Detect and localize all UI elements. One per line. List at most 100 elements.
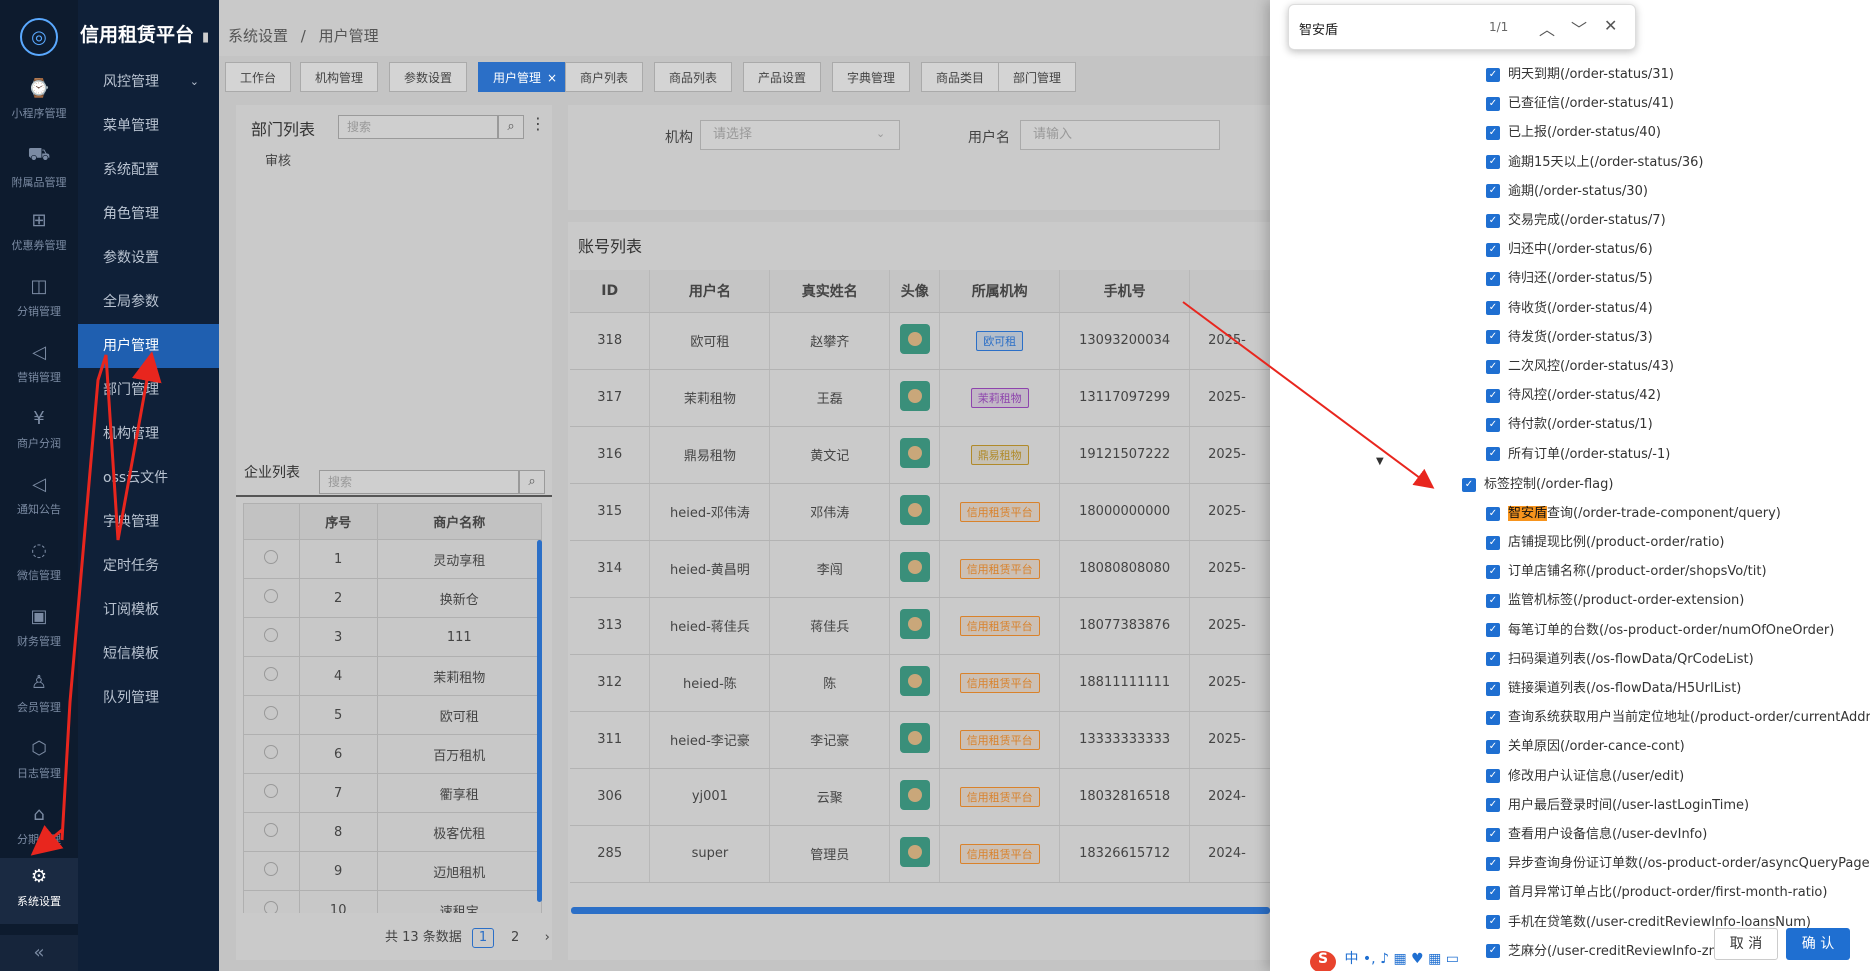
table-row[interactable]: 3 111 bbox=[243, 617, 542, 657]
row-radio[interactable] bbox=[243, 851, 300, 891]
checkbox-checked-icon[interactable]: ✓ bbox=[1486, 506, 1500, 521]
ime-tools-icon[interactable]: •, ♪ ▦ ♥ ▦ ▭ bbox=[1363, 951, 1459, 967]
tree-node[interactable]: ✓ 每笔订单的台数(/os-product-order/numOfOneOrder… bbox=[1486, 620, 1834, 642]
checkbox-checked-icon[interactable]: ✓ bbox=[1486, 623, 1500, 638]
tree-node[interactable]: ✓ 查询系统获取用户当前定位地址(/product-order/currentAd… bbox=[1486, 707, 1870, 729]
close-icon[interactable]: × bbox=[547, 71, 557, 85]
checkbox-checked-icon[interactable]: ✓ bbox=[1486, 769, 1500, 784]
tree-node[interactable]: ✓ 已查征信(/order-status/41) bbox=[1486, 93, 1674, 115]
tree-node-parent[interactable]: ✓ 标签控制(/order-flag) bbox=[1462, 474, 1613, 496]
tree-node[interactable]: ✓ 首月异常订单占比(/product-order/first-month-rat… bbox=[1486, 882, 1827, 904]
tree-node[interactable]: ✓ 交易完成(/order-status/7) bbox=[1486, 210, 1666, 232]
radio-icon[interactable] bbox=[264, 706, 279, 720]
sidebar-item[interactable]: 定时任务 bbox=[78, 544, 219, 588]
chevron-up-icon[interactable]: ︿ bbox=[1539, 16, 1555, 40]
tab[interactable]: 商户列表 bbox=[565, 62, 644, 92]
radio-icon[interactable] bbox=[264, 589, 279, 603]
radio-icon[interactable] bbox=[264, 667, 279, 681]
checkbox-checked-icon[interactable]: ✓ bbox=[1486, 564, 1500, 579]
tree-node[interactable]: ✓ 链接渠道列表(/os-flowData/H5UrlList) bbox=[1486, 678, 1741, 700]
nav-installment[interactable]: ⌂ 分期管理 bbox=[0, 796, 78, 862]
horizontal-scrollbar[interactable] bbox=[571, 907, 1270, 914]
find-input[interactable]: 智安盾 bbox=[1299, 19, 1338, 38]
checkbox-checked-icon[interactable]: ✓ bbox=[1486, 652, 1500, 667]
checkbox-checked-icon[interactable]: ✓ bbox=[1486, 271, 1500, 286]
radio-icon[interactable] bbox=[264, 901, 279, 913]
nav-mini-program[interactable]: ⌚ 小程序管理 bbox=[0, 70, 78, 136]
table-row[interactable]: 8 极客优租 bbox=[243, 812, 542, 852]
row-radio[interactable] bbox=[243, 539, 300, 579]
ime-toolbar[interactable]: S 中 •, ♪ ▦ ♥ ▦ ▭ bbox=[1310, 948, 1459, 971]
tree-node[interactable]: ✓ 店铺提现比例(/product-order/ratio) bbox=[1486, 532, 1724, 554]
tab[interactable]: 参数设置 bbox=[389, 62, 468, 92]
pin-icon[interactable]: ▮ bbox=[202, 30, 209, 45]
sidebar-item[interactable]: 全局参数 bbox=[78, 280, 219, 324]
nav-chart[interactable]: ◫ 分销管理 bbox=[0, 268, 78, 334]
table-row[interactable]: 5 欧可租 bbox=[243, 695, 542, 735]
table-row[interactable]: 10 速租宝 bbox=[243, 890, 542, 913]
nav-cart[interactable]: ⛟ 附属品管理 bbox=[0, 136, 78, 202]
row-radio[interactable] bbox=[243, 734, 300, 774]
tree-node[interactable]: ✓ 扫码渠道列表(/os-flowData/QrCodeList) bbox=[1486, 649, 1754, 671]
sidebar-item[interactable]: 队列管理 bbox=[78, 676, 219, 720]
row-radio[interactable] bbox=[243, 656, 300, 696]
row-radio[interactable] bbox=[243, 890, 300, 913]
org-select[interactable]: 请选择 bbox=[700, 120, 900, 150]
checkbox-checked-icon[interactable]: ✓ bbox=[1462, 477, 1476, 492]
tree-node[interactable]: ✓ 用户最后登录时间(/user-lastLoginTime) bbox=[1486, 795, 1749, 817]
tree-node[interactable]: ✓ 订单店铺名称(/product-order/shopsVo/tit) bbox=[1486, 561, 1767, 583]
sidebar-item[interactable]: 部门管理 bbox=[78, 368, 219, 412]
tree-node[interactable]: ✓ 二次风控(/order-status/43) bbox=[1486, 356, 1674, 378]
checkbox-checked-icon[interactable]: ✓ bbox=[1486, 827, 1500, 842]
search-icon[interactable]: ⌕ bbox=[519, 470, 545, 494]
breadcrumb-parent[interactable]: 系统设置 bbox=[228, 27, 288, 45]
row-radio[interactable] bbox=[243, 773, 300, 813]
tree-node[interactable]: ✓ 芝麻分(/user-creditReviewInfo-zmf) bbox=[1486, 941, 1731, 963]
tree-node[interactable]: ✓ 待付款(/order-status/1) bbox=[1486, 414, 1653, 436]
table-row[interactable]: 2 换新仓 bbox=[243, 578, 542, 618]
table-row[interactable]: 317 茉莉租物 王磊 茉莉租物 13117097299 2025- bbox=[570, 369, 1270, 427]
checkbox-checked-icon[interactable]: ✓ bbox=[1486, 944, 1500, 959]
table-row[interactable]: 285 super 管理员 信用租赁平台 18326615712 2024- bbox=[570, 825, 1270, 883]
table-row[interactable]: 6 百万租机 bbox=[243, 734, 542, 774]
checkbox-checked-icon[interactable]: ✓ bbox=[1486, 681, 1500, 696]
tree-node[interactable]: ✓ 查看用户设备信息(/user-devInfo) bbox=[1486, 824, 1707, 846]
radio-icon[interactable] bbox=[264, 823, 279, 837]
checkbox-checked-icon[interactable]: ✓ bbox=[1486, 388, 1500, 403]
checkbox-checked-icon[interactable]: ✓ bbox=[1486, 710, 1500, 725]
radio-icon[interactable] bbox=[264, 784, 279, 798]
sidebar-item[interactable]: 角色管理 bbox=[78, 192, 219, 236]
row-radio[interactable] bbox=[243, 695, 300, 735]
chevron-down-icon[interactable]: ﹀ bbox=[1571, 16, 1587, 40]
checkbox-checked-icon[interactable]: ✓ bbox=[1486, 125, 1500, 140]
tree-node[interactable]: ✓ 明天到期(/order-status/31) bbox=[1486, 64, 1674, 86]
tab[interactable]: 产品设置 bbox=[743, 62, 822, 92]
tab[interactable]: 商品类目 bbox=[921, 62, 1000, 92]
tree-node[interactable]: ✓ 关单原因(/order-cance-cont) bbox=[1486, 736, 1685, 758]
tree-node[interactable]: ✓ 修改用户认证信息(/user/edit) bbox=[1486, 766, 1684, 788]
radio-icon[interactable] bbox=[264, 862, 279, 876]
checkbox-checked-icon[interactable]: ✓ bbox=[1486, 184, 1500, 199]
page-button-1[interactable]: 1 bbox=[471, 928, 494, 948]
collapse-icon[interactable]: « bbox=[0, 935, 78, 971]
nav-finance[interactable]: ▣ 财务管理 bbox=[0, 598, 78, 664]
username-input[interactable]: 请输入 bbox=[1020, 120, 1220, 150]
row-radio[interactable] bbox=[243, 617, 300, 657]
table-row[interactable]: 1 灵动享租 bbox=[243, 539, 542, 579]
nav-bell[interactable]: ◁ 通知公告 bbox=[0, 466, 78, 532]
tab[interactable]: 商品列表 bbox=[654, 62, 733, 92]
nav-megaphone[interactable]: ◁ 营销管理 bbox=[0, 334, 78, 400]
table-row[interactable]: 315 heied-邓伟涛 邓伟涛 信用租赁平台 18000000000 2025- bbox=[570, 483, 1270, 541]
checkbox-checked-icon[interactable]: ✓ bbox=[1486, 885, 1500, 900]
page-button-2[interactable]: 2 bbox=[504, 929, 526, 949]
tree-node[interactable]: ✓ 待风控(/order-status/42) bbox=[1486, 385, 1661, 407]
tree-node[interactable]: ✓ 逾期15天以上(/order-status/36) bbox=[1486, 152, 1703, 174]
sidebar-item[interactable]: 风控管理 ⌄ bbox=[78, 60, 219, 104]
ime-mode[interactable]: 中 bbox=[1344, 951, 1358, 967]
checkbox-checked-icon[interactable]: ✓ bbox=[1486, 535, 1500, 550]
tree-node[interactable]: ✓ 待发货(/order-status/3) bbox=[1486, 327, 1653, 349]
collapse-caret-icon[interactable]: ▼ bbox=[1376, 456, 1384, 467]
dept-tree-node[interactable]: 审核 bbox=[265, 150, 291, 169]
table-row[interactable]: 312 heied-陈陈 信用租赁平台 18811111111 2025- bbox=[570, 654, 1270, 712]
nav-gear[interactable]: ⚙ 系统设置 bbox=[0, 858, 78, 924]
